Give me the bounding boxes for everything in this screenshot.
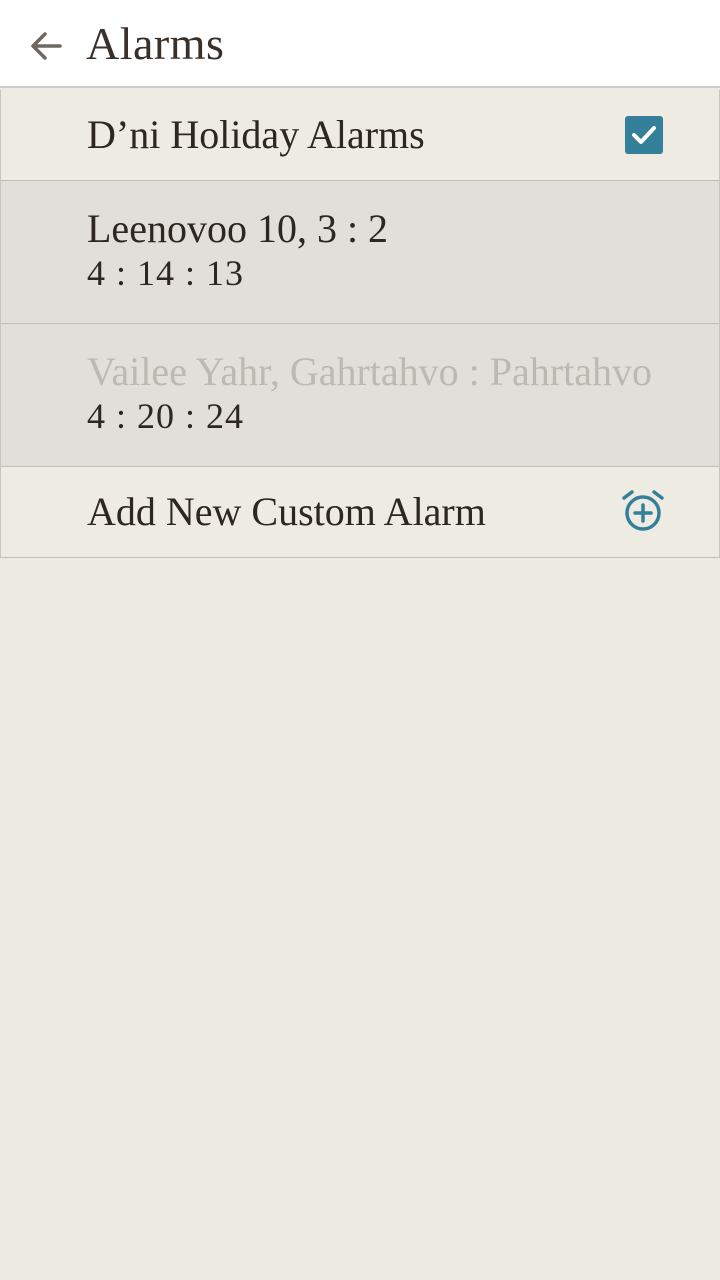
holiday-alarms-label: D’ni Holiday Alarms xyxy=(87,112,425,157)
back-button[interactable] xyxy=(24,24,68,68)
app-bar: Alarms xyxy=(0,0,720,88)
holiday-alarms-toggle[interactable]: D’ni Holiday Alarms xyxy=(0,90,720,181)
checkmark-icon xyxy=(632,126,656,144)
add-custom-alarm-label: Add New Custom Alarm xyxy=(87,489,486,534)
alarm-item-1[interactable]: Leenovoo 10, 3 : 2 4 : 14 : 13 xyxy=(0,181,720,324)
alarm-date: Leenovoo 10, 3 : 2 xyxy=(87,206,389,251)
alarm-item-2[interactable]: Vailee Yahr, Gahrtahvo : Pahrtahvo 4 : 2… xyxy=(0,324,720,467)
arrow-left-icon xyxy=(31,32,62,60)
alarm-time: 4 : 14 : 13 xyxy=(87,253,245,293)
alarm-date: Vailee Yahr, Gahrtahvo : Pahrtahvo xyxy=(87,349,652,394)
alarm-list: D’ni Holiday Alarms Leenovoo 10, 3 : 2 4… xyxy=(0,90,720,558)
alarm-add-icon xyxy=(622,490,664,531)
alarm-time: 4 : 20 : 24 xyxy=(87,396,245,436)
holiday-alarms-checkbox[interactable] xyxy=(625,116,663,154)
add-custom-alarm-button[interactable]: Add New Custom Alarm xyxy=(0,467,720,558)
page-title: Alarms xyxy=(86,18,225,69)
